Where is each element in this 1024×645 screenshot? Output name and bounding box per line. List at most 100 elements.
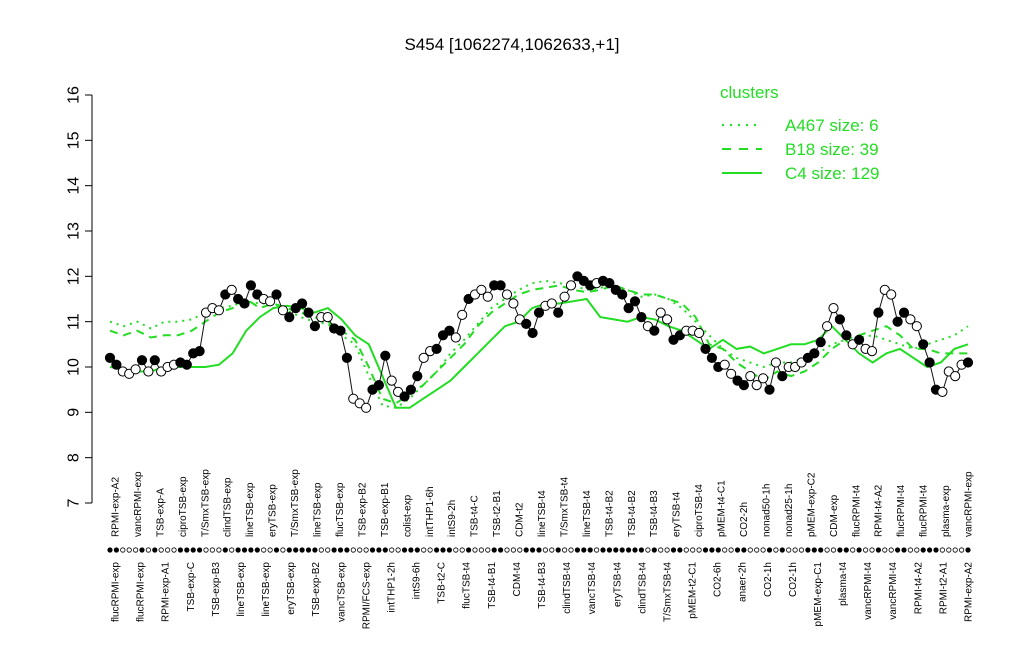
rug-marker <box>113 547 120 553</box>
data-point <box>341 352 352 363</box>
data-point <box>303 307 314 318</box>
x-label-bottom: TSB-t4-B3 <box>537 562 548 609</box>
x-label-bottom: pMEM-t2-C1 <box>688 562 699 619</box>
data-point <box>764 384 775 395</box>
rug-marker <box>830 547 837 553</box>
rug-marker <box>850 547 856 553</box>
rug-marker <box>632 547 638 553</box>
data-point <box>245 280 256 291</box>
y-tick-label: 15 <box>66 131 83 149</box>
data-point <box>322 312 333 323</box>
rug-marker <box>574 547 581 553</box>
x-label-top: lineTSB-t4 <box>537 490 548 537</box>
rug-marker <box>261 547 267 553</box>
rug-marker <box>273 547 280 553</box>
data-point <box>373 380 384 391</box>
rug-marker <box>798 547 805 553</box>
data-point <box>738 380 750 391</box>
rug-marker <box>325 547 331 553</box>
rug-marker <box>965 547 971 553</box>
x-label-top: TSB-t4-B3 <box>649 490 660 537</box>
data-point <box>822 321 833 332</box>
data-point <box>886 289 897 300</box>
rug-marker <box>920 547 926 553</box>
x-label-bottom: CO2-6h <box>713 562 724 597</box>
data-point <box>758 373 769 384</box>
rug-marker <box>843 547 849 553</box>
x-label-bottom: lineTSB-exp <box>261 562 272 617</box>
x-label-top: CO2-2h <box>739 502 750 537</box>
rug-marker <box>702 547 709 553</box>
rug-marker <box>722 547 728 553</box>
rug-marker <box>446 547 452 553</box>
data-point <box>431 343 442 354</box>
data-point <box>482 291 493 302</box>
rug-marker <box>581 547 587 553</box>
rug-marker <box>664 547 670 553</box>
rug-marker <box>286 547 292 553</box>
rug-marker <box>120 547 126 553</box>
data-point <box>854 334 865 345</box>
rug-marker <box>478 547 484 553</box>
x-label-bottom: TSB-exp-B3 <box>211 562 222 617</box>
rug-marker <box>465 547 472 553</box>
data-point <box>361 402 372 413</box>
rug-marker <box>331 547 337 553</box>
rug-marker <box>280 547 286 553</box>
rug-marker <box>606 547 613 553</box>
data-point <box>617 289 628 300</box>
rug-marker <box>254 547 260 553</box>
legend-label: C4 size: 129 <box>785 164 880 183</box>
rug-marker <box>363 547 369 553</box>
x-label-bottom: anaer-2h <box>738 562 749 602</box>
legend-label: B18 size: 39 <box>785 140 879 159</box>
rug-marker <box>907 547 914 553</box>
rug-marker <box>856 547 862 553</box>
rug-marker <box>683 547 689 553</box>
data-point <box>777 371 788 382</box>
data-point <box>495 280 506 291</box>
x-label-top: nonad25-1h <box>784 484 795 537</box>
rug-marker <box>139 547 145 553</box>
x-label-bottom: RPMI-exp-A2 <box>964 562 975 622</box>
x-label-top: ciproTSB-t4 <box>694 484 705 537</box>
rug-marker <box>670 547 677 553</box>
rug-marker <box>184 547 190 553</box>
x-label-top: TSB-t4-B2 <box>604 490 615 537</box>
data-point <box>194 346 205 357</box>
x-label-bottom: flucRPMI-exp <box>136 562 147 622</box>
rug-marker <box>350 547 356 553</box>
x-label-top: intTHP1-6h <box>425 486 436 537</box>
rug-marker <box>171 547 177 553</box>
rug-marker <box>549 547 555 553</box>
x-label-bottom: TSB-exp-C <box>186 562 197 611</box>
rug-marker <box>459 547 465 553</box>
data-point <box>297 298 308 309</box>
y-tick-label: 13 <box>66 222 83 240</box>
rug-marker <box>241 547 248 553</box>
data-point <box>649 325 660 336</box>
data-point <box>636 312 647 323</box>
data-point <box>412 371 423 382</box>
rug-marker <box>357 547 363 553</box>
x-label-top: T/SmxTSB-t4 <box>559 477 570 537</box>
rug-marker <box>427 547 433 553</box>
data-point <box>911 321 922 332</box>
x-label-top: ciproTSB-exp <box>178 476 189 537</box>
rug-marker <box>741 547 747 553</box>
x-label-bottom: eryTSB-t4 <box>612 562 623 607</box>
x-label-top: TSB-exp-A <box>155 488 166 537</box>
x-label-bottom: flucTSB-t4 <box>462 562 473 609</box>
rug-marker <box>939 547 946 553</box>
data-point <box>136 355 148 366</box>
rug-marker <box>690 547 696 553</box>
rug-marker <box>408 547 414 553</box>
data-point <box>892 316 903 327</box>
x-label-top: flucRPMI-t4 <box>851 484 862 537</box>
rug-marker <box>382 547 388 553</box>
rug-marker <box>523 547 529 553</box>
x-label-top: vancRPMI-exp <box>964 471 975 537</box>
chart-svg: S454 [1062274,1062633,+1] 7 8 9 10 11 12 13 14 1… <box>66 35 975 629</box>
rug-marker <box>946 547 952 553</box>
x-label-top: RPMI-exp-A2 <box>111 477 122 537</box>
